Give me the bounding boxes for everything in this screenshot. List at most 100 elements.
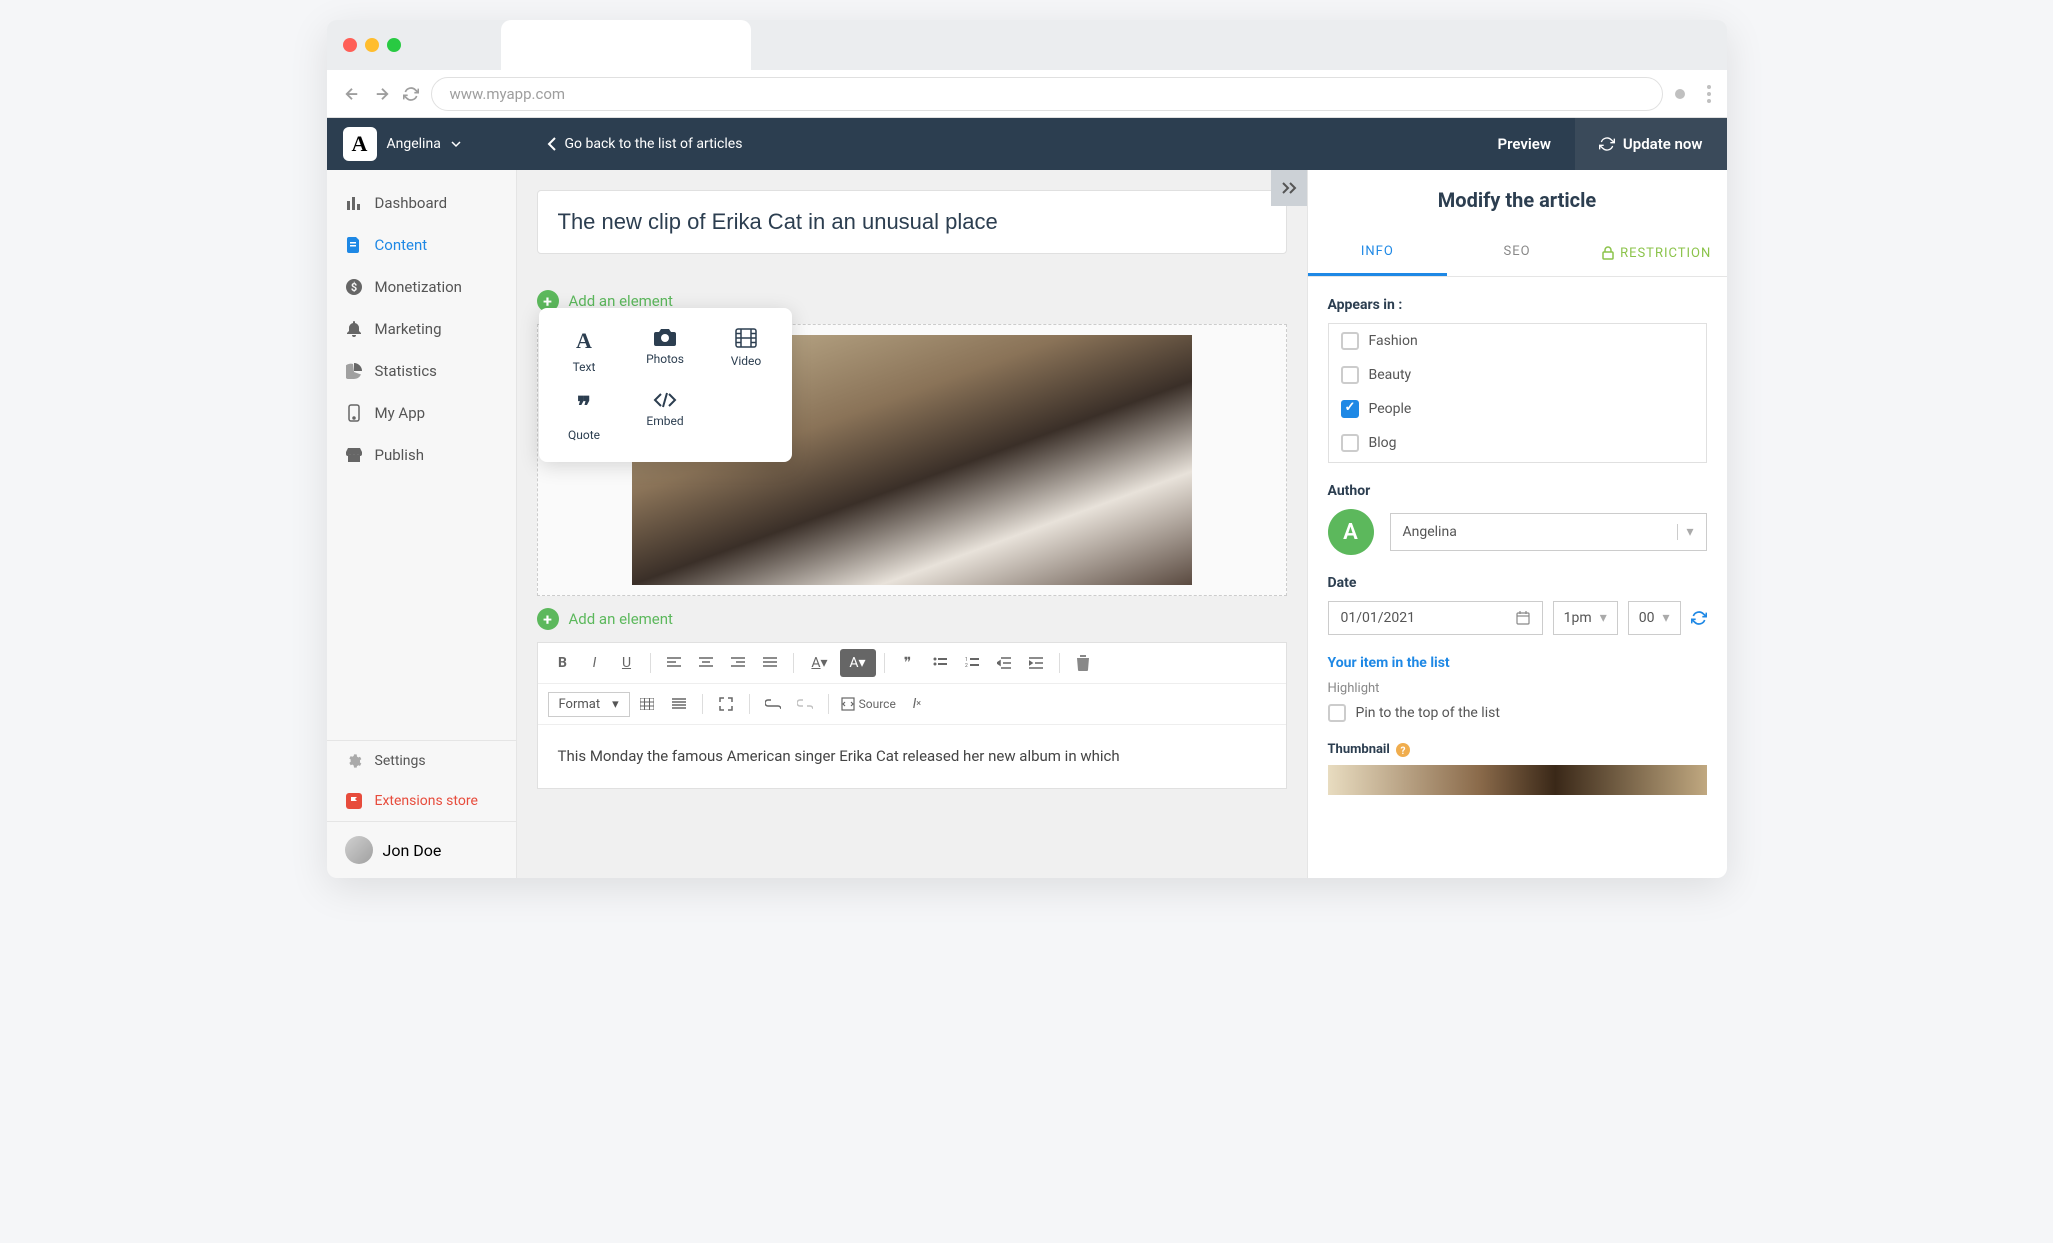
calendar-icon [1516,611,1530,625]
table-button[interactable] [632,690,662,718]
bold-button[interactable]: B [548,649,578,677]
link-button[interactable] [758,690,788,718]
align-justify-button[interactable] [755,649,785,677]
insert-quote-label: Quote [568,428,600,442]
date-input[interactable]: 01/01/2021 [1328,601,1543,635]
window-minimize-icon[interactable] [365,38,379,52]
bullet-list-button[interactable] [925,649,955,677]
sidebar-item-label: My App [375,404,426,422]
sidebar-item-monetization[interactable]: $ Monetization [327,266,516,308]
sidebar-item-statistics[interactable]: Statistics [327,350,516,392]
checkbox-icon[interactable] [1341,332,1359,350]
current-user-name: Jon Doe [383,841,442,860]
checkbox-icon[interactable] [1341,366,1359,384]
add-element-button-mid[interactable]: + Add an element [537,608,1287,630]
store-icon [345,448,363,462]
current-user-row[interactable]: Jon Doe [327,821,516,878]
checkbox-checked-icon[interactable] [1341,400,1359,418]
hour-select[interactable]: 1pm▾ [1553,601,1618,635]
sidebar-item-label: Publish [375,446,424,464]
window-maximize-icon[interactable] [387,38,401,52]
sidebar-item-marketing[interactable]: Marketing [327,308,516,350]
pin-checkbox-row[interactable]: Pin to the top of the list [1328,704,1707,722]
sidebar-item-content[interactable]: Content [327,224,516,266]
svg-text:$: $ [350,281,356,294]
clear-format-button[interactable]: I× [902,690,932,718]
url-bar[interactable]: www.myapp.com [431,77,1663,111]
camera-icon [654,328,676,346]
element-type-popup: A Text Photos Video ❞ Quote [539,308,792,462]
text-color-button[interactable]: A ▾ [802,649,838,677]
align-center-button[interactable] [691,649,721,677]
tab-info[interactable]: INFO [1308,230,1448,276]
browser-profile-icon[interactable] [1675,89,1685,99]
align-left-button[interactable] [659,649,689,677]
rich-text-toolbar: B I U A ▾ A ▾ ❞ 12 [537,642,1287,725]
unlink-button[interactable] [790,690,820,718]
minute-select[interactable]: 00▾ [1628,601,1681,635]
gear-icon [345,753,363,769]
source-button[interactable]: Source [837,690,900,718]
sidebar-item-label: Content [375,236,428,254]
insert-text-button[interactable]: A Text [547,322,622,380]
insert-video-button[interactable]: Video [709,322,784,380]
update-now-button[interactable]: Update now [1575,118,1727,170]
text-icon: A [576,328,592,354]
delete-button[interactable] [1068,649,1098,677]
category-list[interactable]: Fashion Beauty People Blog Food [1328,323,1707,463]
chevron-down-icon: ▾ [1677,524,1693,540]
category-row[interactable]: Blog [1329,426,1706,460]
category-row[interactable]: Beauty [1329,358,1706,392]
author-label: Author [1328,483,1707,499]
insert-quote-button[interactable]: ❞ Quote [547,386,622,448]
help-icon[interactable]: ? [1396,743,1410,757]
browser-back-icon[interactable] [343,85,361,103]
refresh-date-button[interactable] [1691,610,1707,626]
document-icon [345,237,363,253]
checkbox-icon[interactable] [1341,434,1359,452]
sidebar-item-extensions[interactable]: Extensions store [327,781,516,821]
rich-text-body[interactable]: This Monday the famous American singer E… [537,725,1287,789]
browser-menu-icon[interactable] [1707,85,1711,103]
insert-embed-button[interactable]: Embed [628,386,703,448]
format-select[interactable]: Format▾ [548,692,630,717]
code-icon [653,392,677,408]
workspace-selector[interactable]: A Angelina [327,127,547,161]
back-to-list-link[interactable]: Go back to the list of articles [547,136,743,152]
checkbox-icon[interactable] [1328,704,1346,722]
collapse-panel-button[interactable] [1271,170,1307,206]
bg-color-button[interactable]: A ▾ [840,649,876,677]
sidebar-item-dashboard[interactable]: Dashboard [327,182,516,224]
window-close-icon[interactable] [343,38,357,52]
browser-reload-icon[interactable] [403,86,419,102]
browser-tab[interactable] [501,20,751,70]
author-avatar-icon: A [1328,509,1374,555]
category-row[interactable]: Fashion [1329,324,1706,358]
thumbnail-preview[interactable] [1328,765,1707,795]
sidebar-item-publish[interactable]: Publish [327,434,516,476]
underline-button[interactable]: U [612,649,642,677]
article-title-input[interactable] [537,190,1287,254]
sidebar-item-label: Monetization [375,278,462,296]
insert-photos-button[interactable]: Photos [628,322,703,380]
category-row[interactable]: Food [1329,460,1706,463]
italic-button[interactable]: I [580,649,610,677]
number-list-button[interactable]: 12 [957,649,987,677]
browser-forward-icon[interactable] [373,85,391,103]
blockquote-button[interactable]: ❞ [893,649,923,677]
align-right-button[interactable] [723,649,753,677]
tab-seo[interactable]: SEO [1447,230,1587,276]
tab-restriction[interactable]: RESTRICTION [1587,230,1727,276]
sidebar-item-settings[interactable]: Settings [327,741,516,781]
chart-bar-icon [345,195,363,211]
appears-in-label: Appears in : [1328,297,1707,313]
fullscreen-button[interactable] [711,690,741,718]
preview-button[interactable]: Preview [1474,135,1575,153]
outdent-button[interactable] [989,649,1019,677]
sidebar-item-myapp[interactable]: My App [327,392,516,434]
author-select[interactable]: Angelina ▾ [1390,513,1707,551]
category-row[interactable]: People [1329,392,1706,426]
chevrons-right-icon [1281,181,1297,195]
line-height-button[interactable] [664,690,694,718]
indent-button[interactable] [1021,649,1051,677]
